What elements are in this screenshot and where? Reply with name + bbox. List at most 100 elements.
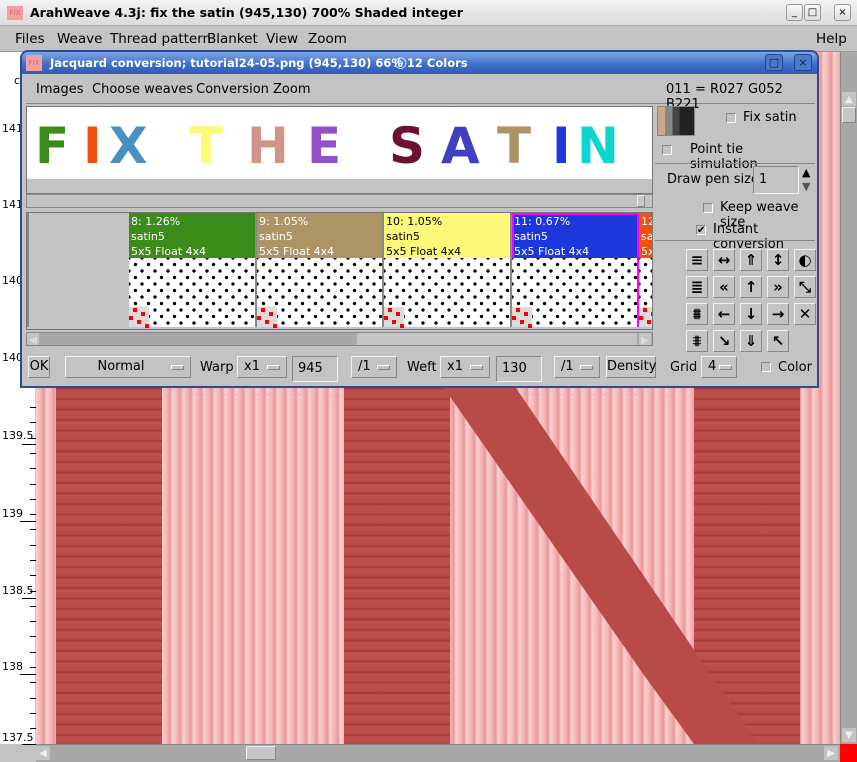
weave-cell-line2: satin5 [386,230,420,243]
weave-pattern-preview [512,258,637,328]
weaves-horizontal-scrollbar[interactable]: ◀ ▶ [26,332,653,346]
image-preview[interactable]: F I X T H E S A T I N [26,106,653,194]
menu-zoom[interactable]: Zoom [308,31,347,47]
maximize-button[interactable]: □ [804,4,821,21]
weaves-scroll-left-icon[interactable]: ◀ [27,333,39,346]
point-tie-checkbox[interactable] [662,145,672,155]
weave-pattern-preview [384,258,510,328]
dialog-titlebar[interactable]: FIX Jacquard conversion; tutorial24-05.p… [22,52,817,74]
close-button[interactable]: × [834,4,851,21]
vertical-scrollbar[interactable]: ▲ ▼ [840,52,857,744]
spiral-logo-icon: ◎ [394,53,408,71]
warp-value-input[interactable]: 945 [292,356,338,382]
menu-thread-pattern[interactable]: Thread pattern [110,31,211,47]
preview-letter: S [389,117,426,175]
weave-cell[interactable]: 8: 1.26% satin5 5x5 Float 4x4 [129,213,257,328]
scroll-right-arrow-icon[interactable]: ▶ [824,746,838,760]
weaves-scroll-right-icon[interactable]: ▶ [639,333,651,346]
left-arrow-icon[interactable]: ← [713,303,735,325]
ruler-label: 139 [2,507,23,520]
color-checkbox[interactable] [761,362,771,372]
preview-letter: H [247,117,289,175]
down-arrow-icon[interactable]: ↓ [740,303,762,325]
up-arrow-icon[interactable]: ↑ [740,276,762,298]
dialog-maximize-button[interactable]: □ [765,54,783,71]
scroll-up-arrow-icon[interactable]: ▲ [842,92,856,106]
weave-pattern-preview [129,258,255,328]
menu-help[interactable]: Help [816,31,847,47]
weft-multiplier-select[interactable]: x1 [440,356,490,378]
steps-down-icon[interactable]: ⩨ [686,330,708,352]
weave-cell-header: 8%5loat 4x4 [26,213,27,258]
scroll-left-arrow-icon[interactable]: ◀ [36,746,50,760]
stairs-down-icon[interactable]: ≣ [686,276,708,298]
double-up-icon[interactable]: ⇑ [740,249,762,271]
density-button[interactable]: Density [606,356,656,378]
dropdown-indicator-icon [267,365,280,370]
weave-cell[interactable]: 11: 0.67% satin5 5x5 Float 4x4 [512,213,639,328]
preview-letter: E [307,117,342,175]
right-arrow-icon[interactable]: → [767,303,789,325]
weave-cell-line2: satin5 [259,230,293,243]
double-right-icon[interactable]: » [767,276,789,298]
steps-right-icon[interactable]: ⩩ [686,303,708,325]
scroll-down-arrow-icon[interactable]: ▼ [842,728,856,742]
weave-cell-line1: 8: 1.26% [131,215,181,228]
move-up-left-icon[interactable]: ↖ [767,330,789,352]
instant-conversion-checkbox[interactable]: ✔ [696,225,706,236]
keep-weave-size-checkbox[interactable] [703,203,713,213]
jacquard-conversion-dialog: FIX Jacquard conversion; tutorial24-05.p… [20,50,819,388]
weave-cell[interactable]: 12 sa 5x [639,213,653,327]
horizontal-scroll-thumb[interactable] [246,746,276,760]
weaves-scroll-thumb[interactable] [357,333,637,345]
cross-icon[interactable]: ✕ [794,303,816,325]
invert-icon[interactable]: ◐ [794,249,816,271]
fix-satin-checkbox[interactable] [726,113,736,123]
draw-pen-size-input[interactable]: 1 [753,166,799,194]
menu-view[interactable]: View [266,31,298,47]
horizontal-scrollbar[interactable]: ◀ ▶ [36,744,840,762]
diagonal-expand-icon[interactable]: ⤡ [794,276,816,298]
move-down-right-icon[interactable]: ↘ [713,330,735,352]
menu-weave[interactable]: Weave [57,31,102,47]
menu-choose-weaves[interactable]: Choose weaves [92,82,193,97]
minimize-button[interactable]: _ [786,4,803,21]
vertical-scroll-thumb[interactable] [842,107,856,123]
weave-cell-header: 10: 1.05% satin5 5x5 Float 4x4 [384,213,510,258]
preview-letter: T [497,117,532,175]
current-color-swatch[interactable] [840,744,857,762]
weft-divider-select[interactable]: /1 [554,356,600,378]
pen-size-decrease-icon[interactable]: ▼ [802,180,814,194]
weave-cell-line2: sa [641,230,653,243]
menu-blanket[interactable]: Blanket [207,31,258,47]
double-left-icon[interactable]: « [713,276,735,298]
palette-thumbnail[interactable] [657,106,695,136]
weave-cell[interactable]: 9: 1.05% satin5 5x5 Float 4x4 [257,213,384,328]
vertical-center-icon[interactable]: ↕ [767,249,789,271]
weave-cell[interactable]: 8%5loat 4x4 [26,213,29,327]
preview-letter: F [35,117,70,175]
pen-size-increase-icon[interactable]: ▲ [802,166,814,180]
dialog-close-button[interactable]: × [794,54,812,71]
weave-cell[interactable]: 10: 1.05% satin5 5x5 Float 4x4 [384,213,512,328]
warp-divider-select[interactable]: /1 [351,356,397,378]
menu-images[interactable]: Images [36,82,84,97]
preview-letter: N [577,117,619,175]
menu-conversion[interactable]: Conversion [196,82,269,97]
menu-files[interactable]: Files [15,31,45,47]
weft-value-input[interactable]: 130 [496,356,542,382]
mode-select-value: Normal [97,359,145,374]
grid-select[interactable]: 4 [701,356,737,378]
horizontal-center-icon[interactable]: ↔ [713,249,735,271]
warp-multiplier-select[interactable]: x1 [237,356,287,378]
satin-diagonal-shape [444,388,758,744]
preview-horizontal-scrollbar[interactable] [26,194,653,208]
main-titlebar: FIX ArahWeave 4.3j: fix the satin (945,1… [0,0,857,26]
mode-select[interactable]: Normal [65,356,191,378]
double-down-icon[interactable]: ⇓ [740,330,762,352]
satin-repeat-thumbnail [257,307,277,328]
ok-button[interactable]: OK [28,356,50,378]
menu-zoom-dialog[interactable]: Zoom [273,82,310,97]
stairs-up-icon[interactable]: ≡ [686,249,708,271]
preview-scroll-thumb[interactable] [637,195,645,207]
